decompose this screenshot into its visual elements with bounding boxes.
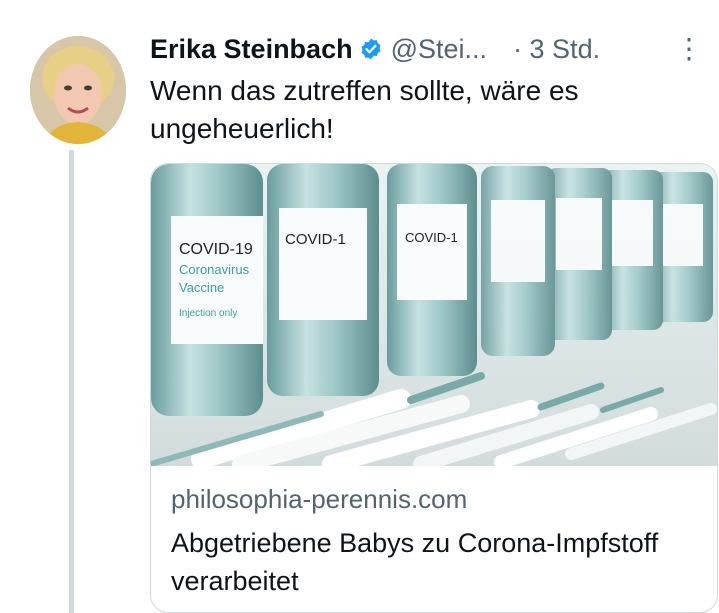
author-handle[interactable]: @Stei...: [391, 34, 487, 65]
vial-line-3: Injection only: [179, 308, 237, 319]
svg-text:COVID-1: COVID-1: [405, 230, 458, 245]
vial-line-1: Coronavirus: [179, 262, 250, 277]
link-card[interactable]: COVID-1 COVID-1 COVID-19 Coronavirus Vac…: [150, 163, 718, 613]
thread-line: [69, 150, 74, 613]
tweet-header: Erika Steinbach @Stei... · 3 Std. ⋮: [150, 30, 710, 68]
tweet-timestamp[interactable]: · 3 Std.: [513, 34, 600, 65]
avatar[interactable]: [30, 36, 126, 144]
verified-badge-icon: [359, 37, 383, 61]
svg-text:COVID-1: COVID-1: [285, 231, 346, 248]
card-title[interactable]: Abgetriebene Babys zu Corona-Impfstoff v…: [171, 524, 691, 600]
card-image: COVID-1 COVID-1 COVID-19 Coronavirus Vac…: [151, 164, 717, 466]
card-footer: philosophia-perennis.com Abgetriebene Ba…: [151, 466, 717, 612]
avatar-image: [30, 36, 126, 144]
author-name[interactable]: Erika Steinbach: [150, 34, 353, 65]
vial-line-2: Vaccine: [179, 280, 224, 295]
vial-title: COVID-19: [179, 241, 253, 258]
card-domain[interactable]: philosophia-perennis.com: [171, 484, 467, 515]
tweet-text: Wenn das zutreffen sollte, wäre es ungeh…: [150, 75, 579, 144]
more-options-icon[interactable]: ⋮: [675, 32, 704, 65]
